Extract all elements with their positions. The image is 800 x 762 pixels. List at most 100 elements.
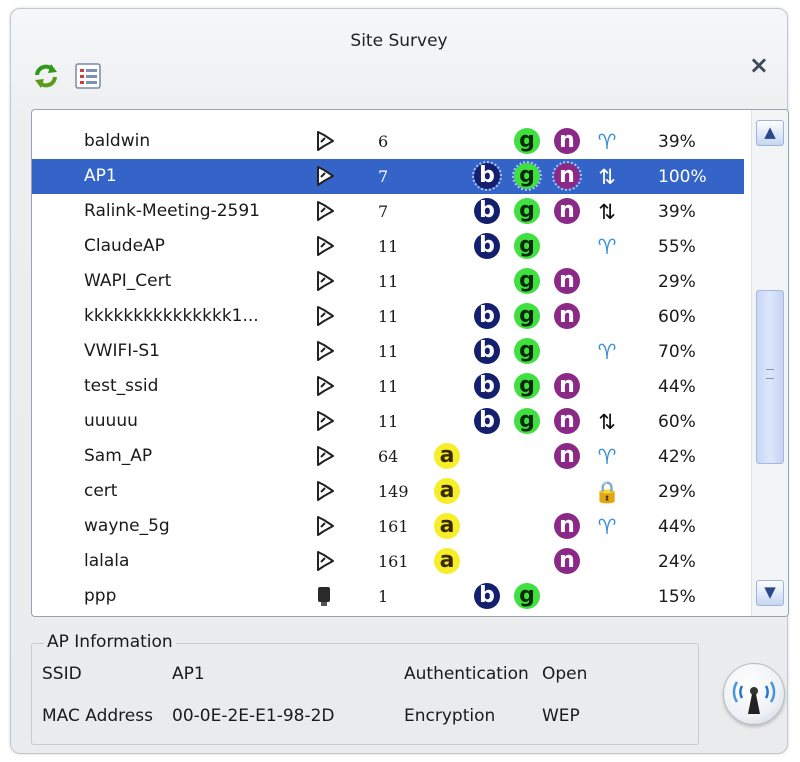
window-title: Site Survey xyxy=(350,31,448,51)
mode-g-icon: g xyxy=(514,233,540,259)
network-ssid: cert xyxy=(84,481,118,501)
wps-icon: ⇅ xyxy=(598,200,616,224)
network-ssid: lalala xyxy=(84,551,130,571)
infrastructure-network-icon xyxy=(312,549,336,573)
mode-b-icon: b xyxy=(474,233,500,259)
network-ssid: Ralink-Meeting-2591 xyxy=(84,201,260,221)
encryption-value: WEP xyxy=(542,706,580,726)
network-channel: 7 xyxy=(378,202,389,221)
mode-b-icon: b xyxy=(474,303,500,329)
infrastructure-network-icon xyxy=(312,444,336,468)
mode-g-icon: g xyxy=(512,161,542,191)
network-row[interactable]: lalala 161 a n 24% xyxy=(32,544,744,579)
mode-b-icon: b xyxy=(474,198,500,224)
mode-a-icon: a xyxy=(434,443,460,469)
network-row[interactable]: uuuuu 11 b g n ⇅ 60% xyxy=(32,404,744,439)
infrastructure-network-icon xyxy=(312,374,336,398)
mode-n-icon: n xyxy=(554,443,580,469)
network-row[interactable]: ppp 1 b g 15% xyxy=(32,579,744,614)
network-channel: 149 xyxy=(378,482,409,501)
mode-n-icon: n xyxy=(554,268,580,294)
signal-strength: 29% xyxy=(658,272,696,292)
ap-information-group: AP Information SSID AP1 Authentication O… xyxy=(31,632,699,745)
network-channel: 11 xyxy=(378,412,399,431)
infrastructure-network-icon xyxy=(312,409,336,433)
infrastructure-network-icon xyxy=(312,514,336,538)
scroll-down-button[interactable]: ▼ xyxy=(756,580,784,606)
mode-n-icon: n xyxy=(554,303,580,329)
infrastructure-network-icon xyxy=(312,304,336,328)
mode-g-icon: g xyxy=(514,303,540,329)
mode-a-icon: a xyxy=(434,513,460,539)
mode-g-icon: g xyxy=(514,268,540,294)
mode-a-icon: a xyxy=(434,478,460,504)
network-channel: 11 xyxy=(378,377,399,396)
key-icon: ♈ xyxy=(597,130,617,154)
network-ssid: ClaudeAP xyxy=(84,236,165,256)
signal-strength: 60% xyxy=(658,307,696,327)
mode-n-icon: n xyxy=(554,548,580,574)
network-channel: 7 xyxy=(378,167,389,186)
signal-strength: 44% xyxy=(658,377,696,397)
infrastructure-network-icon xyxy=(312,339,336,363)
network-ssid: Sam_AP xyxy=(84,446,153,466)
network-channel: 161 xyxy=(378,517,409,536)
ap-information-legend: AP Information xyxy=(44,632,176,652)
infrastructure-network-icon xyxy=(312,479,336,503)
signal-strength: 44% xyxy=(658,517,696,537)
scroll-up-button[interactable]: ▲ xyxy=(756,120,784,146)
grip-icon xyxy=(766,369,774,379)
network-row[interactable]: Ralink-Meeting-2591 7 b g n ⇅ 39% xyxy=(32,194,744,229)
network-row[interactable]: baldwin 6 g n ♈ 39% xyxy=(32,124,744,159)
wps-icon: ⇅ xyxy=(598,410,616,434)
network-channel: 161 xyxy=(378,552,409,571)
network-channel: 64 xyxy=(378,447,399,466)
network-row[interactable]: VWIFI-S1 11 b g ♈ 70% xyxy=(32,334,744,369)
ssid-label: SSID xyxy=(42,664,82,684)
network-row[interactable]: SoftAP-FE1bgn70% xyxy=(32,614,744,616)
mode-a-icon: a xyxy=(434,548,460,574)
adhoc-network-icon xyxy=(312,584,336,608)
mode-n-icon: n xyxy=(554,408,580,434)
network-ssid: kkkkkkkkkkkkkkk1... xyxy=(84,306,259,326)
infrastructure-network-icon xyxy=(312,234,336,258)
mode-b-icon: b xyxy=(472,161,502,191)
network-row[interactable]: cert 149 a 🔒 29% xyxy=(32,474,744,509)
scroll-thumb[interactable] xyxy=(756,290,784,464)
mode-g-icon: g xyxy=(514,198,540,224)
mode-g-icon: g xyxy=(514,338,540,364)
mac-address-value: 00-0E-2E-E1-98-2D xyxy=(172,706,335,726)
network-row[interactable]: ClaudeAP 11 b g ♈ 55% xyxy=(32,229,744,264)
network-row[interactable]: wayne_5g 161 a n ♈ 44% xyxy=(32,509,744,544)
signal-strength: 55% xyxy=(658,237,696,257)
encryption-label: Encryption xyxy=(404,706,496,726)
signal-strength: 60% xyxy=(658,412,696,432)
network-ssid: test_ssid xyxy=(84,376,159,396)
network-list[interactable]: baldwin 6 g n ♈ 39% AP1 7 b g n ⇅ 100% Ralink-Meeting… xyxy=(31,109,789,617)
ssid-value: AP1 xyxy=(172,664,205,684)
network-ssid: WAPI_Cert xyxy=(84,271,172,291)
refresh-button[interactable] xyxy=(31,61,61,91)
list-view-button[interactable] xyxy=(73,61,103,91)
network-channel: 11 xyxy=(378,342,399,361)
network-row[interactable]: WAPI_Cert 11 g n 29% xyxy=(32,264,744,299)
infrastructure-network-icon xyxy=(312,129,336,153)
network-ssid: AP1 xyxy=(84,166,117,186)
signal-strength: 39% xyxy=(658,132,696,152)
network-row[interactable]: test_ssid 11 b g n 44% xyxy=(32,369,744,404)
network-ssid: ppp xyxy=(84,586,117,606)
mode-b-icon: b xyxy=(474,373,500,399)
signal-strength: 24% xyxy=(658,552,696,572)
mac-address-label: MAC Address xyxy=(42,706,153,726)
network-row[interactable]: AP1 7 b g n ⇅ 100% xyxy=(32,159,744,194)
wifi-connect-button[interactable] xyxy=(723,663,785,725)
authentication-label: Authentication xyxy=(404,664,529,684)
network-row[interactable]: kkkkkkkkkkkkkkk1... 11 b g n 60% xyxy=(32,299,744,334)
network-ssid: VWIFI-S1 xyxy=(84,341,160,361)
authentication-value: Open xyxy=(542,664,588,684)
vertical-scrollbar[interactable]: ▲ ▼ xyxy=(751,110,788,616)
signal-strength: 39% xyxy=(658,202,696,222)
mode-n-icon: n xyxy=(554,373,580,399)
close-button[interactable]: × xyxy=(749,53,769,77)
network-row[interactable]: Sam_AP 64 a n ♈ 42% xyxy=(32,439,744,474)
